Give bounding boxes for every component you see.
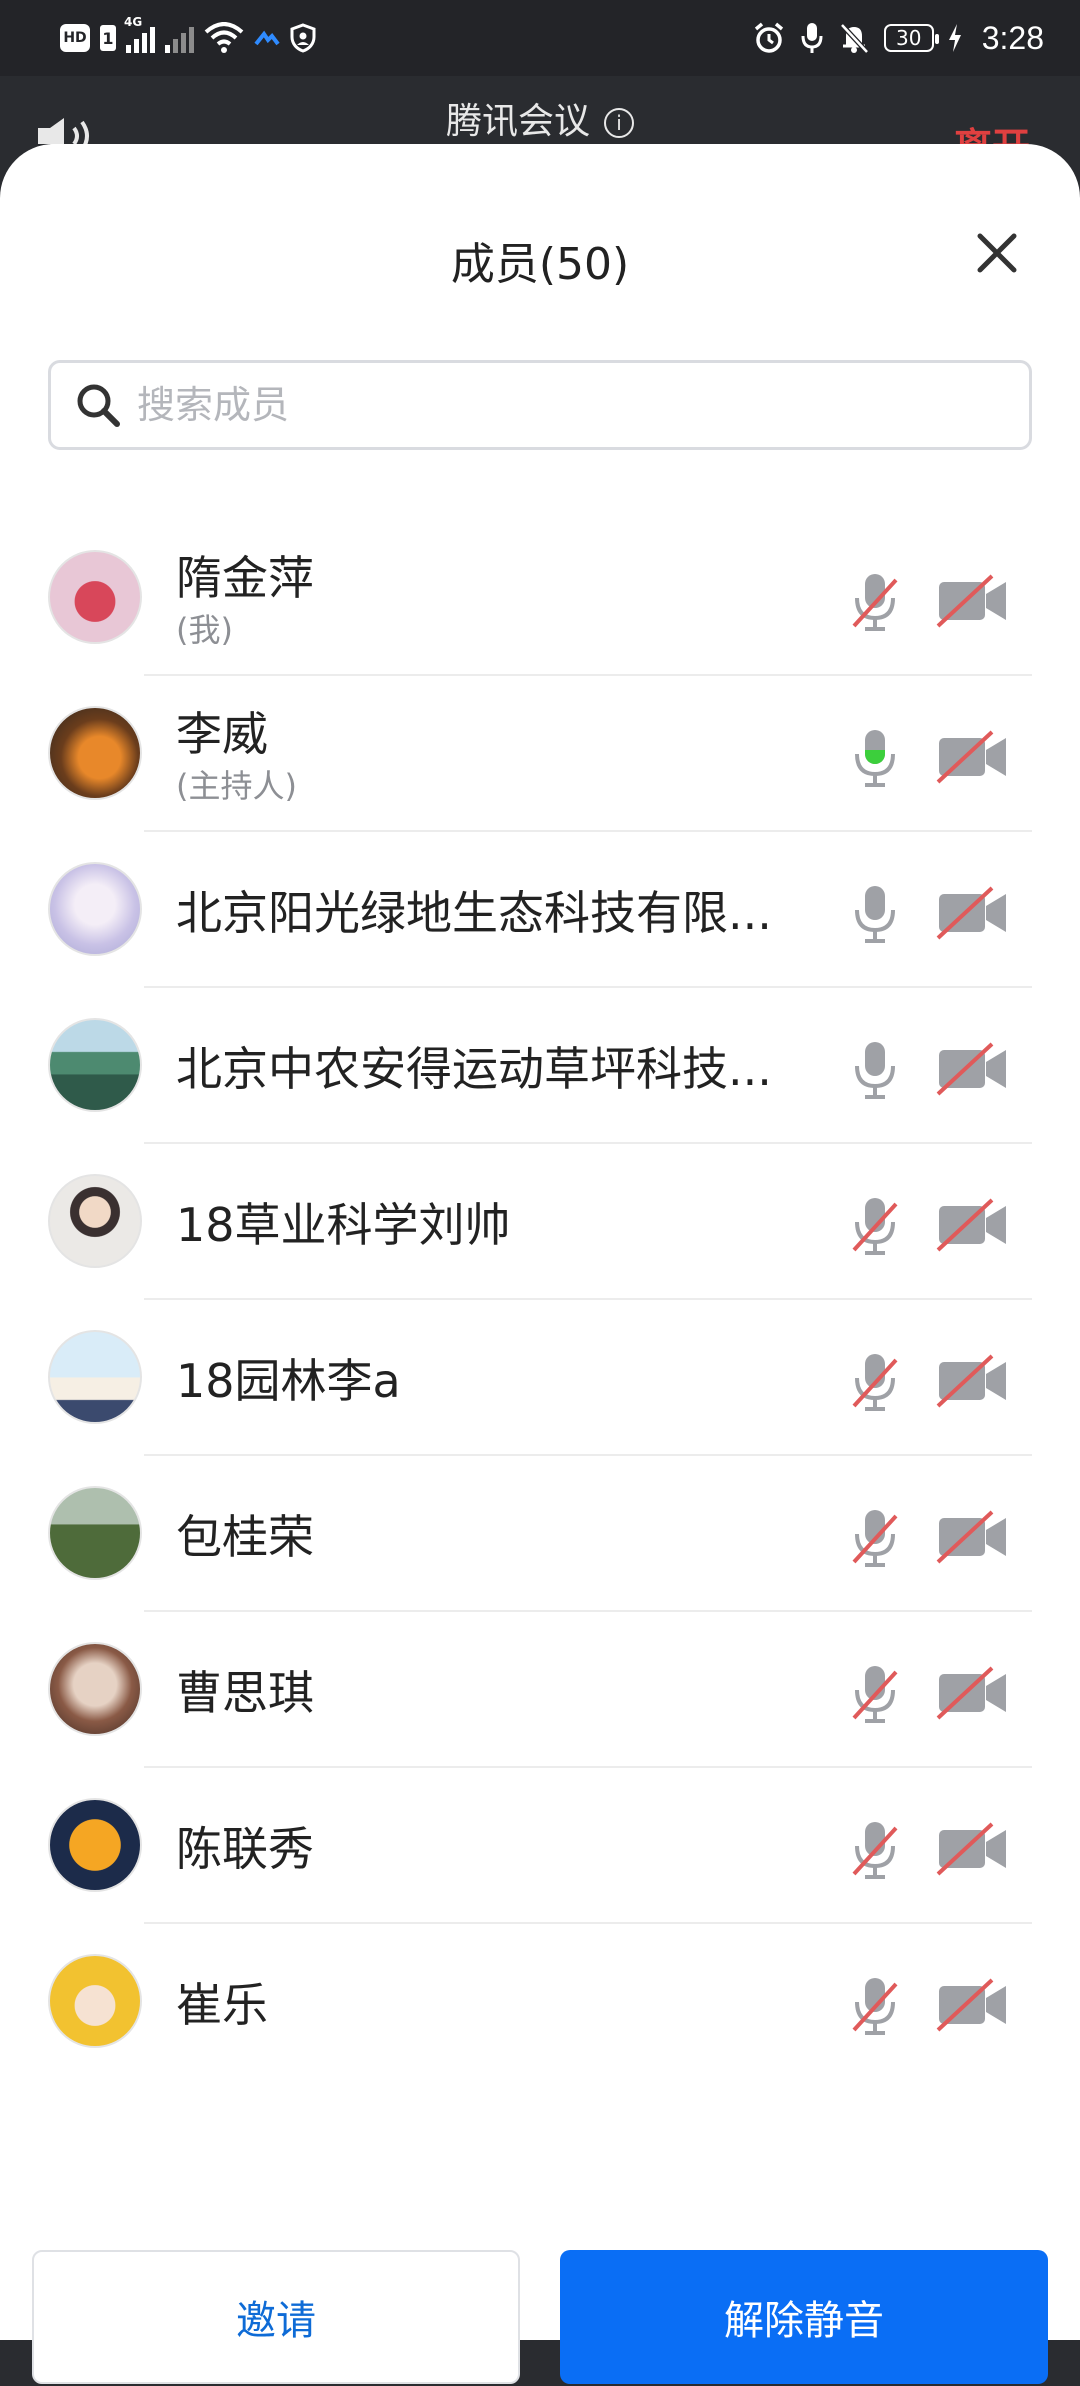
member-role: (我) [176, 611, 233, 649]
member-name-block: 李威 (主持人) [176, 706, 297, 810]
microphone-icon [801, 23, 823, 53]
member-row[interactable]: 陈联秀 [0, 1768, 1080, 1924]
mic-muted-icon[interactable] [850, 1506, 900, 1570]
search-icon [77, 384, 120, 427]
signal-icon: 4G [124, 15, 155, 53]
camera-off-icon[interactable] [936, 1198, 1010, 1252]
members-sheet: 成员(50) 隋金萍 (我) 李威 (主持人) [0, 144, 1080, 2384]
invite-button[interactable]: 邀请 [32, 2250, 520, 2384]
clock: 3:28 [981, 19, 1044, 56]
camera-off-icon[interactable] [936, 574, 1010, 628]
camera-off-icon[interactable] [936, 1354, 1010, 1408]
meeting-title-text: 腾讯会议 [445, 101, 590, 142]
member-row[interactable]: 北京阳光绿地生态科技有限... [0, 832, 1080, 988]
sheet-title: 成员(50) [450, 239, 630, 290]
member-row[interactable]: 北京中农安得运动草坪科技... [0, 988, 1080, 1144]
network-type: 4G [124, 15, 143, 29]
member-role: (主持人) [176, 767, 297, 805]
avatar [48, 1174, 142, 1268]
member-name: 18园林李a [176, 1354, 401, 1408]
search-box[interactable] [48, 360, 1032, 450]
mic-muted-icon[interactable] [850, 1194, 900, 1258]
avatar [48, 1954, 142, 2048]
camera-off-icon[interactable] [936, 1978, 1010, 2032]
charging-icon [948, 24, 961, 52]
mic-icon[interactable] [850, 1038, 900, 1102]
info-icon[interactable]: i [604, 108, 634, 138]
sim-badge: 1 [100, 25, 116, 51]
member-row[interactable]: 18园林李a [0, 1300, 1080, 1456]
status-right: 30 3:28 [752, 14, 1044, 62]
member-name: 隋金萍 [176, 551, 314, 605]
meeting-title: 腾讯会议 i [0, 92, 1080, 144]
member-name: 崔乐 [176, 1978, 268, 2032]
mic-icon[interactable] [850, 882, 900, 946]
camera-off-icon[interactable] [936, 886, 1010, 940]
signal-2-icon [165, 23, 194, 53]
camera-off-icon[interactable] [936, 1822, 1010, 1876]
mic-muted-icon[interactable] [850, 570, 900, 634]
avatar [48, 706, 142, 800]
wifi-icon [204, 22, 244, 53]
status-left: HD 1 4G [60, 15, 316, 60]
member-list: 隋金萍 (我) 李威 (主持人) 北京阳光绿地生态科技有限... 北京中农安得运… [0, 520, 1080, 2080]
search-input[interactable] [135, 382, 989, 428]
member-name: 北京阳光绿地生态科技有限... [176, 886, 772, 940]
member-row[interactable]: 18草业科学刘帅 [0, 1144, 1080, 1300]
avatar [48, 1798, 142, 1892]
avatar [48, 550, 142, 644]
member-name: 北京中农安得运动草坪科技... [176, 1042, 772, 1096]
member-row[interactable]: 包桂荣 [0, 1456, 1080, 1612]
close-icon[interactable] [974, 230, 1020, 276]
bell-muted-icon [839, 23, 869, 54]
mic-muted-icon[interactable] [850, 1662, 900, 1726]
status-bar: HD 1 4G 30 3:28 [0, 0, 1080, 76]
member-row[interactable]: 曹思琪 [0, 1612, 1080, 1768]
mic-muted-icon[interactable] [850, 1350, 900, 1414]
avatar [48, 1642, 142, 1736]
camera-off-icon[interactable] [936, 1042, 1010, 1096]
avatar [48, 1486, 142, 1580]
mic-muted-icon[interactable] [850, 1974, 900, 2038]
camera-off-icon[interactable] [936, 730, 1010, 784]
member-name: 18草业科学刘帅 [176, 1198, 511, 1252]
avatar [48, 862, 142, 956]
avatar [48, 1018, 142, 1112]
hd-badge: HD [60, 24, 90, 52]
alarm-icon [754, 22, 783, 53]
member-name: 包桂荣 [176, 1510, 314, 1564]
shield-icon [290, 23, 316, 53]
app-notification-icon [254, 30, 280, 46]
camera-off-icon[interactable] [936, 1510, 1010, 1564]
mic-muted-icon[interactable] [850, 1818, 900, 1882]
member-row[interactable]: 崔乐 [0, 1924, 1080, 2080]
avatar [48, 1330, 142, 1424]
battery-icon: 30 [883, 24, 939, 52]
member-name-block: 隋金萍 (我) [176, 550, 314, 654]
unmute-button[interactable]: 解除静音 [560, 2250, 1048, 2384]
member-name: 曹思琪 [176, 1666, 314, 1720]
mic-speaking-icon[interactable] [850, 726, 900, 790]
member-row[interactable]: 隋金萍 (我) [0, 520, 1080, 676]
member-name: 陈联秀 [176, 1822, 314, 1876]
member-name: 李威 [176, 707, 268, 761]
member-row[interactable]: 李威 (主持人) [0, 676, 1080, 832]
camera-off-icon[interactable] [936, 1666, 1010, 1720]
bottom-bar: 邀请 解除静音 [0, 2250, 1080, 2386]
